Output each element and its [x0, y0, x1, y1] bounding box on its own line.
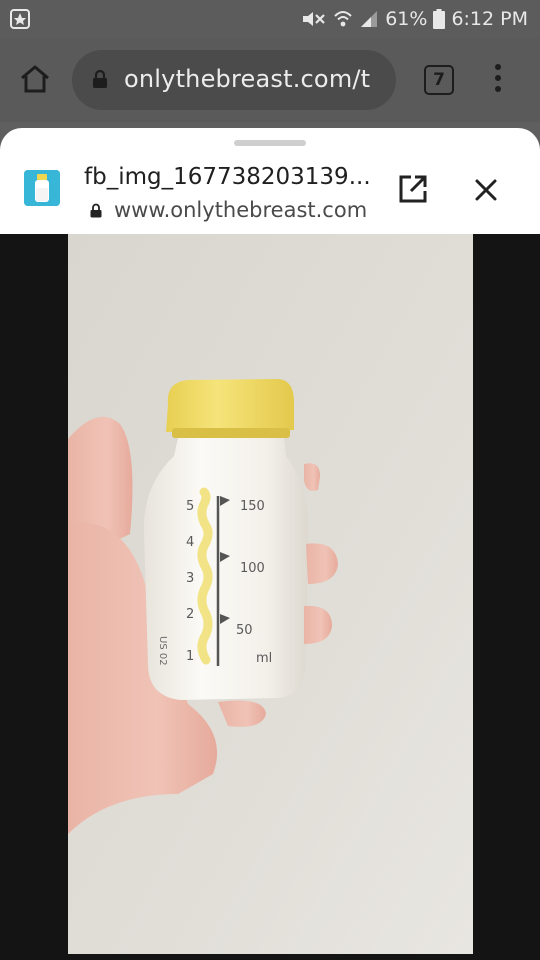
- bottle-cap: [166, 379, 294, 432]
- preview-sheet-header: fb_img_167738203139... www.onlythebreast…: [0, 128, 540, 234]
- bottle-volume: 150: [240, 499, 265, 514]
- close-icon[interactable]: [472, 176, 500, 204]
- page-content: 5 4 3 2 1 150 100 50 ml US 02: [0, 234, 540, 960]
- bottle-mark: 1: [186, 649, 194, 664]
- url-text[interactable]: onlythebreast.com/t: [124, 65, 384, 93]
- lock-icon: [93, 69, 107, 88]
- tab-count: 7: [433, 70, 445, 90]
- browser-toolbar: onlythebreast.com/t 7: [0, 38, 540, 122]
- open-in-new-tab-icon[interactable]: [398, 174, 428, 204]
- signal-icon: [361, 11, 378, 27]
- mute-icon: [303, 12, 325, 26]
- address-bar[interactable]: onlythebreast.com/t: [72, 50, 396, 110]
- home-icon[interactable]: [18, 64, 52, 94]
- site-favicon: [24, 170, 60, 206]
- clock: 6:12 PM: [451, 8, 528, 30]
- bottle-mark: 2: [186, 607, 194, 622]
- drag-handle[interactable]: [234, 140, 306, 146]
- lock-icon: [90, 203, 102, 218]
- tab-switcher-button[interactable]: 7: [424, 65, 454, 95]
- app-notification-icon: [10, 9, 30, 29]
- bottle-mark: 3: [186, 571, 194, 586]
- bottle-code: US 02: [157, 636, 168, 666]
- battery-icon: [433, 9, 446, 29]
- overflow-menu-icon[interactable]: [486, 64, 510, 98]
- preview-url: www.onlythebreast.com: [114, 198, 368, 222]
- battery-percent: 61%: [385, 8, 428, 30]
- finger: [304, 463, 320, 491]
- bottle-mark: 5: [186, 499, 194, 514]
- bottle-volume: 50: [236, 623, 253, 638]
- preview-title: fb_img_167738203139...: [84, 164, 371, 190]
- bottle-mark: 4: [186, 535, 194, 550]
- bottle-volume: 100: [240, 561, 265, 576]
- bottle-photo: 5 4 3 2 1 150 100 50 ml US 02: [68, 234, 473, 954]
- wifi-icon: [334, 11, 352, 27]
- status-bar: 61% 6:12 PM: [0, 0, 540, 38]
- bottle-unit: ml: [256, 651, 272, 666]
